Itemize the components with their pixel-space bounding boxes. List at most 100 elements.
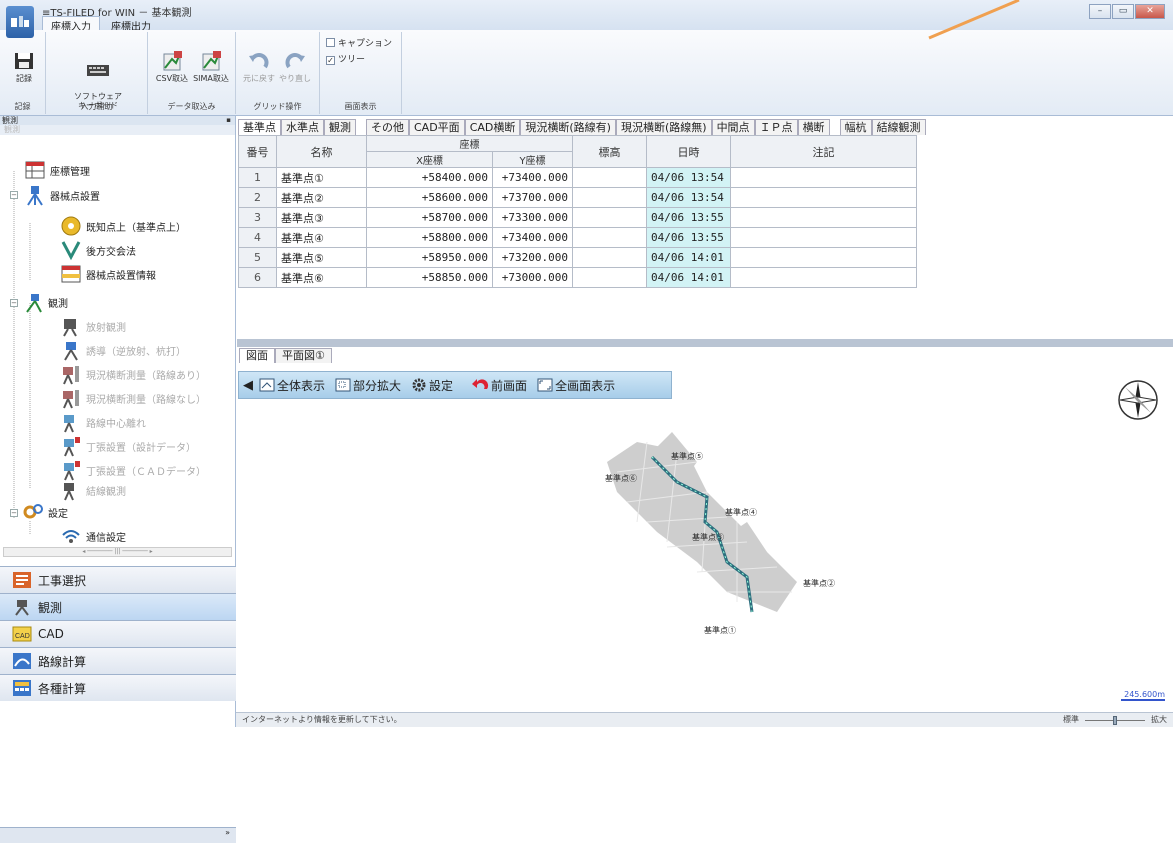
previous-view-button[interactable]: 前画面	[467, 377, 531, 394]
row-number-cell[interactable]: 3	[238, 207, 277, 228]
grid-tab[interactable]: 現況横断(路線無)	[615, 119, 712, 135]
tree-item-stake-cad[interactable]: 丁張設置（ＣＡＤデータ）	[60, 459, 206, 481]
grid-tab[interactable]: CAD平面	[409, 119, 465, 135]
maximize-icon[interactable]: ▭	[1112, 4, 1134, 19]
tree-item-comm-settings[interactable]: 通信設定	[60, 525, 126, 547]
name-cell[interactable]: 基準点②	[276, 187, 367, 208]
grid-tab[interactable]: CAD横断	[464, 119, 521, 135]
fit-all-button[interactable]: 全体表示	[255, 377, 329, 394]
x-coord-cell[interactable]: +58850.000	[366, 267, 493, 288]
tree-item-cross-with-route[interactable]: 現況横断測量（路線あり）	[60, 363, 206, 385]
elevation-cell[interactable]	[572, 247, 647, 268]
elevation-cell[interactable]	[572, 167, 647, 188]
record-button[interactable]: 記録	[10, 50, 38, 83]
note-cell[interactable]	[730, 267, 917, 288]
x-coord-cell[interactable]: +58800.000	[366, 227, 493, 248]
redo-button[interactable]: やり直し	[278, 50, 312, 83]
collapse-icon[interactable]: −	[10, 509, 18, 517]
datetime-cell[interactable]: 04/06 13:55	[646, 207, 731, 228]
undo-button[interactable]: 元に戻す	[242, 50, 276, 83]
datetime-cell[interactable]: 04/06 14:01	[646, 247, 731, 268]
grid-tab[interactable]: その他	[366, 119, 409, 135]
grid-tab[interactable]: ＩＰ点	[754, 119, 798, 135]
grid-tab[interactable]: 観測	[324, 119, 356, 135]
tree-item-resection[interactable]: 後方交会法	[60, 239, 136, 261]
pane-splitter[interactable]	[237, 339, 1173, 347]
col-header-elev[interactable]: 標高	[572, 135, 647, 168]
tree-item-settings[interactable]: 設定	[22, 501, 68, 523]
row-number-cell[interactable]: 6	[238, 267, 277, 288]
name-cell[interactable]: 基準点⑤	[276, 247, 367, 268]
table-row[interactable]: 1 基準点① +58400.000 +73400.000 04/06 13:54	[238, 167, 917, 188]
col-header-y[interactable]: Y座標	[492, 151, 573, 168]
row-number-cell[interactable]: 4	[238, 227, 277, 248]
tree-checkbox[interactable]: ✓ ツリー	[326, 52, 365, 65]
col-header-no[interactable]: 番号	[238, 135, 277, 168]
elevation-cell[interactable]	[572, 207, 647, 228]
drawing-tab[interactable]: 図面	[239, 348, 275, 363]
nav-cad[interactable]: CAD CAD	[0, 620, 236, 647]
note-cell[interactable]	[730, 187, 917, 208]
x-coord-cell[interactable]: +58600.000	[366, 187, 493, 208]
y-coord-cell[interactable]: +73700.000	[492, 187, 573, 208]
name-cell[interactable]: 基準点④	[276, 227, 367, 248]
row-number-cell[interactable]: 5	[238, 247, 277, 268]
datetime-cell[interactable]: 04/06 13:55	[646, 227, 731, 248]
collapse-icon[interactable]: −	[10, 299, 18, 307]
zoom-slider[interactable]: 標準 拡大	[1063, 713, 1167, 727]
grid-tab[interactable]: 水準点	[281, 119, 324, 135]
name-cell[interactable]: 基準点⑥	[276, 267, 367, 288]
tree-item-cross-without-route[interactable]: 現況横断測量（路線なし）	[60, 387, 206, 409]
nav-various-calc[interactable]: 各種計算	[0, 674, 236, 701]
col-header-date[interactable]: 日時	[646, 135, 731, 168]
datetime-cell[interactable]: 04/06 13:54	[646, 167, 731, 188]
col-header-note[interactable]: 注記	[730, 135, 917, 168]
grid-tab[interactable]: 中間点	[711, 119, 755, 135]
elevation-cell[interactable]	[572, 267, 647, 288]
y-coord-cell[interactable]: +73400.000	[492, 167, 573, 188]
tree-item-route-offset[interactable]: 路線中心離れ	[60, 411, 146, 433]
note-cell[interactable]	[730, 247, 917, 268]
minimize-icon[interactable]: –	[1089, 4, 1111, 19]
zoom-thumb[interactable]	[1113, 715, 1117, 725]
elevation-cell[interactable]	[572, 187, 647, 208]
nav-construction-select[interactable]: 工事選択	[0, 566, 236, 593]
y-coord-cell[interactable]: +73000.000	[492, 267, 573, 288]
table-row[interactable]: 4 基準点④ +58800.000 +73400.000 04/06 13:55	[238, 227, 917, 248]
note-cell[interactable]	[730, 227, 917, 248]
tree-item-link-obs[interactable]: 結線観測	[60, 479, 126, 501]
nav-observation[interactable]: 観測	[0, 593, 236, 620]
zoom-area-button[interactable]: 部分拡大	[331, 377, 405, 394]
x-coord-cell[interactable]: +58700.000	[366, 207, 493, 228]
grid-tab[interactable]: 幅杭	[839, 119, 872, 135]
nav-route-calc[interactable]: 路線計算	[0, 647, 236, 674]
tree-item-stake-design[interactable]: 丁張設置（設計データ）	[60, 435, 196, 457]
tree-item-coord-manage[interactable]: 座標管理	[24, 159, 90, 181]
zoom-track[interactable]	[1085, 715, 1145, 725]
fullscreen-button[interactable]: 全画面表示	[533, 377, 619, 394]
caption-checkbox[interactable]: キャプション	[326, 36, 392, 49]
toolbar-collapse-arrow-icon[interactable]: ◀	[243, 378, 253, 393]
tree-item-observation[interactable]: 観測	[22, 291, 68, 313]
pin-icon[interactable]: ▪	[226, 116, 231, 125]
app-menu-button[interactable]	[6, 6, 34, 38]
drawing-tab[interactable]: 平面図①	[275, 348, 332, 363]
tree-item-instrument-info[interactable]: 器械点設置情報	[60, 263, 156, 285]
table-row[interactable]: 5 基準点⑤ +58950.000 +73200.000 04/06 14:01	[238, 247, 917, 268]
x-coord-cell[interactable]: +58400.000	[366, 167, 493, 188]
col-header-x[interactable]: X座標	[366, 151, 493, 168]
name-cell[interactable]: 基準点①	[276, 167, 367, 188]
grid-tab[interactable]: 基準点	[238, 119, 281, 135]
panel-configure-button[interactable]: »	[0, 827, 236, 843]
y-coord-cell[interactable]: +73400.000	[492, 227, 573, 248]
sima-import-button[interactable]: SIMA取込	[192, 50, 230, 83]
datetime-cell[interactable]: 04/06 13:54	[646, 187, 731, 208]
tree-item-instrument-setup[interactable]: 器械点設置	[24, 184, 100, 206]
row-number-cell[interactable]: 1	[238, 167, 277, 188]
grid-tab[interactable]: 横断	[797, 119, 830, 135]
col-header-name[interactable]: 名称	[276, 135, 367, 168]
grid-tab[interactable]: 結線観測	[871, 119, 926, 135]
table-row[interactable]: 3 基準点③ +58700.000 +73300.000 04/06 13:55	[238, 207, 917, 228]
grid-tab[interactable]: 現況横断(路線有)	[520, 119, 616, 135]
name-cell[interactable]: 基準点③	[276, 207, 367, 228]
